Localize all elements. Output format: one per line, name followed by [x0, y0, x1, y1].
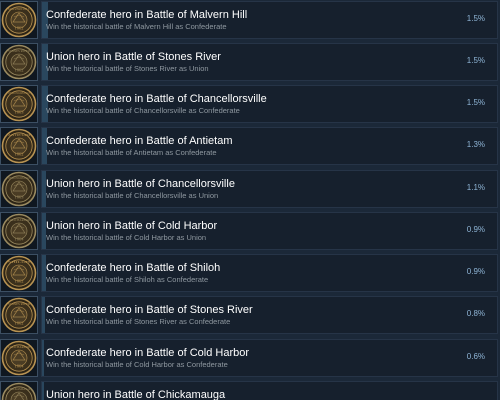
medal-icon: 1864 COLD HARBOR — [0, 212, 38, 250]
unlock-percent: 0.6% — [466, 352, 485, 361]
achievement-row[interactable]: 1863CHICKAMAUGA Union hero in Battle of C… — [0, 381, 498, 400]
achievement-row[interactable]: 1863 CHANCELLORSVILLE Union hero in Battle… — [0, 170, 498, 209]
medal-icon: 1862 STONES RIVER — [0, 43, 38, 81]
achievement-description: Win the historical battle of Cold Harbor… — [46, 360, 228, 369]
svg-text:STONES RIVER: STONES RIVER — [8, 302, 31, 306]
medal-graphic: 1864 COLD HARBOR — [1, 213, 37, 249]
unlock-percent: 1.3% — [466, 140, 485, 149]
svg-text:MALVERN HILL: MALVERN HILL — [8, 7, 30, 11]
svg-text:1863: 1863 — [15, 195, 25, 200]
achievement-panel: Confederate hero in Battle of Shiloh Win … — [41, 254, 498, 292]
medal-icon: 1864 COLD HARBOR — [0, 339, 38, 377]
unlock-percent: 0.8% — [466, 309, 485, 318]
svg-text:SHILOH: SHILOH — [8, 260, 31, 264]
svg-text:1864: 1864 — [15, 364, 25, 369]
unlock-progress-bar — [42, 382, 44, 400]
svg-text:CHICKAMAUGA: CHICKAMAUGA — [8, 387, 30, 391]
medal-icon: 1862 ANTIETAM — [0, 127, 38, 165]
achievement-title: Confederate hero in Battle of Malvern Hi… — [46, 9, 248, 21]
unlock-percent: 0.9% — [466, 267, 485, 276]
unlock-progress-bar — [42, 297, 45, 333]
svg-text:1862: 1862 — [15, 279, 24, 284]
achievement-title: Confederate hero in Battle of Stones Riv… — [46, 304, 253, 316]
achievement-description: Win the historical battle of Shiloh as C… — [46, 275, 209, 284]
achievement-description: Win the historical battle of Chancellors… — [46, 191, 219, 200]
svg-text:COLD HARBOR: COLD HARBOR — [8, 345, 31, 349]
medal-graphic: 1863 CHANCELLORSVILLE — [1, 86, 37, 122]
achievement-panel: Confederate hero in Battle of Chancellor… — [41, 85, 498, 123]
achievement-panel: Union hero in Battle of Chickamauga — [41, 381, 498, 400]
unlock-percent: 1.1% — [466, 183, 485, 192]
achievement-title: Confederate hero in Battle of Cold Harbo… — [46, 347, 250, 359]
achievement-description: Win the historical battle of Malvern Hil… — [46, 22, 227, 31]
medal-icon: 1862 SHILOH — [0, 254, 38, 292]
unlock-percent: 1.5% — [466, 14, 485, 23]
svg-text:CHANCELLORSVILLE: CHANCELLORSVILLE — [8, 176, 30, 180]
achievement-list: 1862 MALVERN HILL Confederate hero in Batt… — [0, 0, 500, 400]
achievement-title: Union hero in Battle of Cold Harbor — [46, 220, 218, 232]
medal-graphic: 1863 CHANCELLORSVILLE — [1, 171, 37, 207]
svg-text:STONES RIVER: STONES RIVER — [8, 49, 31, 53]
achievement-title: Union hero in Battle of Chickamauga — [46, 389, 226, 400]
unlock-percent: 0.9% — [466, 225, 485, 234]
achievement-description: Win the historical battle of Chancellors… — [46, 106, 240, 115]
achievement-row[interactable]: 1864 COLD HARBOR Confederate hero in Battl… — [0, 339, 498, 378]
achievement-description: Win the historical battle of Stones Rive… — [46, 317, 231, 326]
medal-icon: 1862 MALVERN HILL — [0, 1, 38, 39]
svg-text:1862: 1862 — [15, 26, 24, 31]
achievement-row[interactable]: 1862 SHILOH Confederate hero in Battle of … — [0, 254, 498, 293]
achievement-panel: Union hero in Battle of Cold Harbor Win t… — [41, 212, 498, 250]
unlock-progress-bar — [42, 340, 44, 376]
medal-graphic: 1862 SHILOH — [1, 255, 37, 291]
svg-text:CHANCELLORSVILLE: CHANCELLORSVILLE — [8, 91, 30, 95]
svg-text:1864: 1864 — [15, 237, 25, 242]
achievement-title: Confederate hero in Battle of Antietam — [46, 135, 233, 147]
medal-graphic: 1863CHICKAMAUGA — [1, 382, 37, 400]
svg-text:1862: 1862 — [15, 321, 24, 326]
achievement-panel: Union hero in Battle of Stones River Win … — [41, 43, 498, 81]
achievement-row[interactable]: 1862 STONES RIVER Union hero in Battle of … — [0, 43, 498, 82]
medal-graphic: 1862 STONES RIVER — [1, 297, 37, 333]
medal-icon: 1863 CHANCELLORSVILLE — [0, 170, 38, 208]
achievement-description: Win the historical battle of Stones Rive… — [46, 64, 209, 73]
achievement-title: Confederate hero in Battle of Chancellor… — [46, 93, 267, 105]
achievement-description: Win the historical battle of Cold Harbor… — [46, 233, 207, 242]
medal-graphic: 1864 COLD HARBOR — [1, 340, 37, 376]
svg-text:COLD HARBOR: COLD HARBOR — [8, 218, 31, 222]
svg-text:1862: 1862 — [15, 152, 24, 157]
achievement-panel: Confederate hero in Battle of Malvern Hi… — [41, 1, 498, 39]
svg-text:ANTIETAM: ANTIETAM — [8, 133, 30, 137]
svg-text:1863: 1863 — [15, 110, 25, 115]
achievement-panel: Confederate hero in Battle of Antietam Wi… — [41, 127, 498, 165]
achievement-panel: Confederate hero in Battle of Cold Harbo… — [41, 339, 498, 377]
achievement-title: Union hero in Battle of Stones River — [46, 51, 221, 63]
achievement-row[interactable]: 1862 STONES RIVER Confederate hero in Batt… — [0, 296, 498, 335]
medal-icon: 1863 CHANCELLORSVILLE — [0, 85, 38, 123]
unlock-percent: 1.5% — [466, 98, 485, 107]
unlock-percent: 1.5% — [466, 56, 485, 65]
medal-graphic: 1862 MALVERN HILL — [1, 2, 37, 38]
achievement-panel: Confederate hero in Battle of Stones Riv… — [41, 296, 498, 334]
achievement-row[interactable]: 1864 COLD HARBOR Union hero in Battle of C… — [0, 212, 498, 251]
svg-text:1862: 1862 — [15, 68, 24, 73]
medal-graphic: 1862 STONES RIVER — [1, 44, 37, 80]
achievement-panel: Union hero in Battle of Chancellorsville… — [41, 170, 498, 208]
achievement-row[interactable]: 1863 CHANCELLORSVILLE Confederate hero in … — [0, 85, 498, 124]
medal-graphic: 1862 ANTIETAM — [1, 128, 37, 164]
achievement-row[interactable]: 1862 MALVERN HILL Confederate hero in Batt… — [0, 1, 498, 40]
medal-icon: 1863CHICKAMAUGA — [0, 381, 38, 400]
achievement-description: Win the historical battle of Antietam as… — [46, 148, 217, 157]
achievement-title: Confederate hero in Battle of Shiloh — [46, 262, 221, 274]
achievement-title: Union hero in Battle of Chancellorsville — [46, 178, 235, 190]
achievement-row[interactable]: 1862 ANTIETAM Confederate hero in Battle o… — [0, 127, 498, 166]
medal-icon: 1862 STONES RIVER — [0, 296, 38, 334]
